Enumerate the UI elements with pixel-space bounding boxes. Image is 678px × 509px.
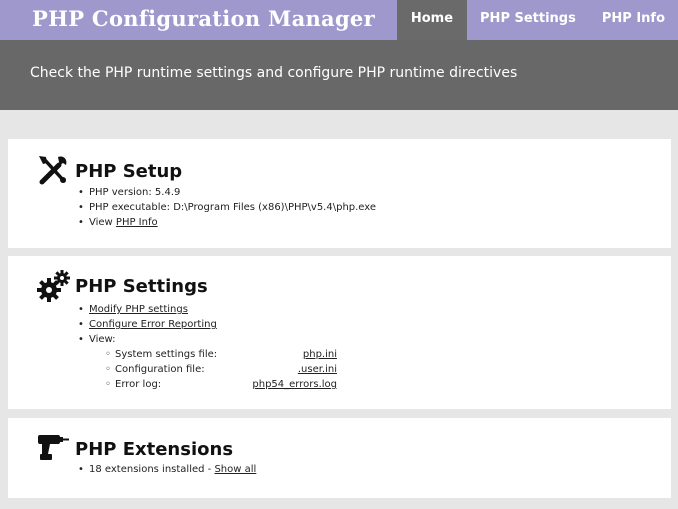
view-label: View: bbox=[89, 334, 116, 345]
list-item: 18 extensions installed - Show all bbox=[78, 462, 256, 477]
php-ini-link[interactable]: php.ini bbox=[303, 347, 337, 362]
description-banner: Check the PHP runtime settings and confi… bbox=[0, 40, 678, 110]
top-bar: PHP Configuration Manager Home PHP Setti… bbox=[0, 0, 678, 40]
modify-php-settings-link[interactable]: Modify PHP settings bbox=[89, 304, 188, 315]
php-info-link[interactable]: PHP Info bbox=[116, 217, 158, 228]
list-item: View: System settings file: php.ini Confi… bbox=[78, 332, 337, 392]
user-ini-link[interactable]: .user.ini bbox=[298, 362, 337, 377]
extensions-count: 18 extensions installed - bbox=[89, 464, 215, 475]
php-extensions-panel: PHP Extensions 18 extensions installed -… bbox=[8, 418, 671, 498]
file-row: System settings file: php.ini bbox=[105, 347, 337, 362]
main-nav: Home PHP Settings PHP Info bbox=[396, 0, 678, 40]
list-item: View PHP Info bbox=[78, 215, 376, 230]
tools-icon bbox=[39, 156, 67, 185]
file-label: Error log: bbox=[115, 379, 162, 390]
php-setup-title: PHP Setup bbox=[75, 161, 183, 182]
tab-php-info[interactable]: PHP Info bbox=[589, 0, 678, 40]
php-version: PHP version: 5.4.9 bbox=[89, 187, 181, 198]
tab-php-settings[interactable]: PHP Settings bbox=[467, 0, 589, 40]
list-item: Configure Error Reporting bbox=[78, 317, 337, 332]
files-sublist: System settings file: php.ini Configurati… bbox=[105, 347, 337, 392]
file-row: Error log: php54_errors.log bbox=[105, 377, 337, 392]
view-prefix: View bbox=[89, 217, 116, 228]
list-item: Modify PHP settings bbox=[78, 302, 337, 317]
file-label: Configuration file: bbox=[115, 364, 205, 375]
php-setup-panel: PHP Setup PHP version: 5.4.9 PHP executa… bbox=[8, 139, 671, 248]
configure-error-reporting-link[interactable]: Configure Error Reporting bbox=[89, 319, 217, 330]
setup-list: PHP version: 5.4.9 PHP executable: D:\Pr… bbox=[78, 185, 376, 230]
file-label: System settings file: bbox=[115, 349, 218, 360]
tab-home[interactable]: Home bbox=[396, 0, 468, 40]
error-log-link[interactable]: php54_errors.log bbox=[252, 377, 337, 392]
drill-icon bbox=[38, 435, 69, 460]
php-executable: PHP executable: D:\Program Files (x86)\P… bbox=[89, 202, 377, 213]
banner-text: Check the PHP runtime settings and confi… bbox=[30, 65, 518, 81]
php-settings-panel: PHP Settings Modify PHP settings Configu… bbox=[8, 256, 671, 409]
list-item: PHP version: 5.4.9 bbox=[78, 185, 376, 200]
php-extensions-title: PHP Extensions bbox=[75, 439, 234, 460]
php-settings-title: PHP Settings bbox=[75, 276, 208, 297]
app-title: PHP Configuration Manager bbox=[32, 6, 375, 31]
gears-icon bbox=[37, 270, 70, 302]
list-item: PHP executable: D:\Program Files (x86)\P… bbox=[78, 200, 376, 215]
extensions-list: 18 extensions installed - Show all bbox=[78, 462, 256, 477]
settings-list: Modify PHP settings Configure Error Repo… bbox=[78, 302, 337, 392]
file-row: Configuration file: .user.ini bbox=[105, 362, 337, 377]
show-all-link[interactable]: Show all bbox=[214, 464, 256, 475]
